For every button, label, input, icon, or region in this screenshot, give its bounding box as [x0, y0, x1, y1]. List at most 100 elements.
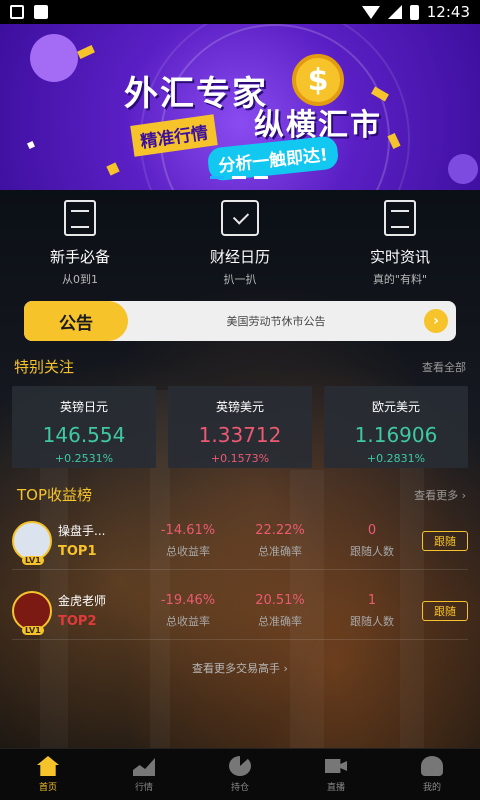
- tab-label: 持仓: [230, 783, 249, 793]
- rank-row[interactable]: LV1 操盘手... TOP1 -14.61% 总收益率 22.22% 总准确率…: [12, 512, 468, 570]
- status-bar: 12:43: [0, 0, 480, 24]
- tab-home[interactable]: 首页: [0, 749, 96, 800]
- quote-name: 英镑日元: [59, 400, 108, 414]
- quote-change: +0.2531%: [54, 452, 114, 465]
- special-focus-header: 特别关注 查看全部: [14, 356, 466, 377]
- follow-button[interactable]: 跟随: [422, 530, 468, 551]
- wifi-icon: [361, 5, 380, 19]
- status-left: [10, 5, 48, 19]
- banner-title: 外汇专家: [124, 74, 268, 114]
- rank-label: TOP1: [58, 544, 97, 559]
- quick-menu-news[interactable]: 实时资讯 真的"有料": [320, 196, 480, 290]
- profit-value: -19.46%: [160, 592, 216, 608]
- accuracy-label: 总准确率: [258, 614, 302, 628]
- calendar-icon: [221, 200, 259, 236]
- quote-price: 146.554: [42, 423, 126, 447]
- carousel-dot[interactable]: [254, 176, 268, 179]
- more-traders-link[interactable]: 查看更多交易高手 ›: [0, 660, 480, 676]
- level-badge: LV1: [22, 625, 44, 635]
- battery-icon: [409, 4, 419, 20]
- followers-value: 0: [367, 522, 377, 538]
- follow-button[interactable]: 跟随: [422, 600, 468, 621]
- decor-bubble: [448, 154, 478, 184]
- quick-menu-subtitle: 真的"有料": [372, 273, 428, 286]
- tab-label: 直播: [326, 783, 345, 793]
- avatar: LV1: [12, 590, 52, 635]
- trader-name: 操盘手...: [58, 524, 106, 538]
- focus-cards: 英镑日元 146.554 +0.2531% 英镑美元 1.33712 +0.15…: [12, 386, 468, 468]
- announcement-bar[interactable]: 公告 美国劳动节休市公告 ›: [24, 301, 456, 341]
- announcement-text: 美国劳动节休市公告: [226, 315, 326, 328]
- level-badge: LV1: [22, 555, 44, 565]
- quote-card[interactable]: 英镑日元 146.554 +0.2531%: [12, 386, 156, 468]
- followers-label: 跟随人数: [350, 614, 394, 628]
- document-icon: [64, 200, 96, 236]
- followers-label: 跟随人数: [350, 544, 394, 558]
- quote-change: +0.1573%: [210, 452, 270, 465]
- accuracy-label: 总准确率: [258, 544, 302, 558]
- rank-row[interactable]: LV1 金虎老师 TOP2 -19.46% 总收益率 20.51% 总准确率 1…: [12, 582, 468, 640]
- quote-name: 欧元美元: [371, 400, 420, 414]
- quick-menu-beginner[interactable]: 新手必备 从0到1: [0, 196, 160, 290]
- promo-banner[interactable]: 外汇专家 $ 纵横汇市 精准行情 分析一触即达!: [0, 24, 480, 190]
- decor-bubble: [30, 34, 78, 82]
- quote-card[interactable]: 欧元美元 1.16906 +0.2831%: [324, 386, 468, 468]
- profit-stat: -14.61% 总收益率: [142, 523, 234, 559]
- decor-confetti: [106, 162, 120, 176]
- clock: 12:43: [426, 3, 470, 21]
- tab-label: 行情: [134, 783, 153, 793]
- trader-info: 操盘手... TOP1: [58, 522, 142, 559]
- quote-name: 英镑美元: [215, 400, 264, 414]
- tab-label: 首页: [38, 783, 57, 793]
- followers-stat: 1 跟随人数: [326, 593, 418, 629]
- carousel-dot[interactable]: [232, 176, 246, 179]
- top-rank-header: TOP收益榜 查看更多 ›: [17, 484, 466, 505]
- carousel-indicator: [210, 176, 268, 179]
- accuracy-value: 22.22%: [255, 522, 305, 538]
- rank-label: TOP2: [58, 614, 97, 629]
- signal-icon: [387, 5, 402, 19]
- quick-menu-calendar[interactable]: 财经日历 扒一扒: [160, 196, 320, 290]
- user-icon: [421, 756, 443, 776]
- avatar: LV1: [12, 520, 52, 565]
- view-all-link[interactable]: 查看全部: [422, 359, 466, 375]
- chevron-right-icon[interactable]: ›: [424, 309, 448, 333]
- bottom-tab-bar: 首页 行情 持仓 直播 我的: [0, 748, 480, 800]
- decor-confetti: [77, 44, 95, 60]
- image-notification-icon: [10, 5, 24, 19]
- profit-value: -14.61%: [160, 522, 216, 538]
- tab-market[interactable]: 行情: [96, 749, 192, 800]
- followers-value: 1: [367, 592, 377, 608]
- accuracy-stat: 22.22% 总准确率: [234, 523, 326, 559]
- quote-price: 1.33712: [198, 423, 282, 447]
- dollar-coin-icon: $: [292, 54, 344, 106]
- tab-label: 我的: [422, 783, 441, 793]
- live-icon: [325, 759, 347, 773]
- carousel-dot[interactable]: [210, 176, 224, 179]
- section-title: TOP收益榜: [17, 486, 93, 504]
- tab-profile[interactable]: 我的: [384, 749, 480, 800]
- trader-info: 金虎老师 TOP2: [58, 592, 142, 629]
- quick-menu-title: 财经日历: [209, 248, 270, 266]
- chart-icon: [133, 758, 155, 776]
- quick-menu-title: 新手必备: [49, 248, 110, 266]
- status-right: 12:43: [361, 3, 470, 21]
- quick-menu-subtitle: 从0到1: [62, 273, 98, 286]
- quote-card[interactable]: 英镑美元 1.33712 +0.1573%: [168, 386, 312, 468]
- quote-change: +0.2831%: [366, 452, 426, 465]
- followers-stat: 0 跟随人数: [326, 523, 418, 559]
- news-icon: [384, 200, 416, 236]
- tab-positions[interactable]: 持仓: [192, 749, 288, 800]
- accuracy-value: 20.51%: [255, 592, 305, 608]
- quick-menu: 新手必备 从0到1 财经日历 扒一扒 实时资讯 真的"有料": [0, 196, 480, 290]
- quick-menu-subtitle: 扒一扒: [223, 273, 257, 286]
- app-notification-icon: [34, 5, 48, 19]
- home-icon: [37, 756, 59, 776]
- profit-stat: -19.46% 总收益率: [142, 593, 234, 629]
- announcement-tag: 公告: [24, 301, 128, 341]
- pie-icon: [229, 756, 251, 776]
- profit-label: 总收益率: [166, 614, 210, 628]
- tab-live[interactable]: 直播: [288, 749, 384, 800]
- view-more-link[interactable]: 查看更多 ›: [414, 487, 466, 503]
- accuracy-stat: 20.51% 总准确率: [234, 593, 326, 629]
